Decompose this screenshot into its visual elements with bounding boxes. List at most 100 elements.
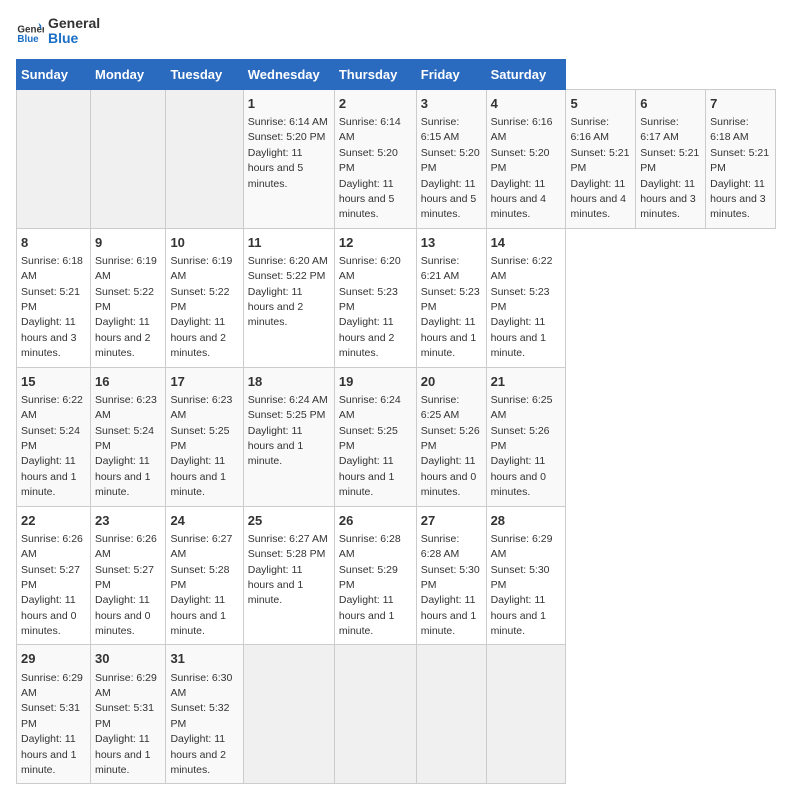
day-number: 12 xyxy=(339,234,412,252)
day-number: 19 xyxy=(339,373,412,391)
day-number: 22 xyxy=(21,512,86,530)
day-number: 2 xyxy=(339,95,412,113)
week-row-2: 8 Sunrise: 6:18 AMSunset: 5:21 PMDaylight… xyxy=(17,228,776,367)
calendar-cell: 11 Sunrise: 6:20 AMSunset: 5:22 PMDayligh… xyxy=(243,228,334,367)
day-number: 9 xyxy=(95,234,161,252)
calendar-cell xyxy=(166,89,243,228)
calendar-table: SundayMondayTuesdayWednesdayThursdayFrid… xyxy=(16,59,776,785)
calendar-cell: 16Sunrise: 6:23 AMSunset: 5:24 PMDayligh… xyxy=(90,367,165,506)
day-number: 28 xyxy=(491,512,562,530)
day-number: 5 xyxy=(570,95,631,113)
header-row: SundayMondayTuesdayWednesdayThursdayFrid… xyxy=(17,59,776,89)
day-info: Sunrise: 6:19 AMSunset: 5:22 PMDaylight:… xyxy=(95,255,157,359)
logo-icon: General Blue xyxy=(16,17,44,45)
page-container: General Blue General Blue SundayMondayTu… xyxy=(16,16,776,784)
calendar-cell: 20 Sunrise: 6:25 AMSunset: 5:26 PMDayligh… xyxy=(416,367,486,506)
day-info: Sunrise: 6:22 AMSunset: 5:24 PMDaylight:… xyxy=(21,394,83,498)
day-number: 21 xyxy=(491,373,562,391)
day-info: Sunrise: 6:15 AMSunset: 5:20 PMDaylight:… xyxy=(421,116,480,220)
calendar-cell: 24 Sunrise: 6:27 AMSunset: 5:28 PMDayligh… xyxy=(166,506,243,645)
calendar-cell: 6Sunrise: 6:17 AMSunset: 5:21 PMDaylight… xyxy=(636,89,706,228)
day-number: 13 xyxy=(421,234,482,252)
calendar-cell: 17Sunrise: 6:23 AMSunset: 5:25 PMDayligh… xyxy=(166,367,243,506)
day-info: Sunrise: 6:17 AMSunset: 5:21 PMDaylight:… xyxy=(640,116,699,220)
week-row-5: 29 Sunrise: 6:29 AMSunset: 5:31 PMDayligh… xyxy=(17,645,776,784)
day-number: 24 xyxy=(170,512,238,530)
week-row-1: 1 Sunrise: 6:14 AMSunset: 5:20 PMDaylight… xyxy=(17,89,776,228)
day-info: Sunrise: 6:16 AMSunset: 5:20 PMDaylight:… xyxy=(491,116,553,220)
calendar-cell: 21 Sunrise: 6:25 AMSunset: 5:26 PMDayligh… xyxy=(486,367,566,506)
day-info: Sunrise: 6:30 AMSunset: 5:32 PMDaylight:… xyxy=(170,672,232,776)
calendar-cell xyxy=(486,645,566,784)
day-number: 10 xyxy=(170,234,238,252)
calendar-cell: 25 Sunrise: 6:27 AMSunset: 5:28 PMDayligh… xyxy=(243,506,334,645)
day-number: 14 xyxy=(491,234,562,252)
calendar-cell xyxy=(334,645,416,784)
day-number: 27 xyxy=(421,512,482,530)
calendar-cell: 23 Sunrise: 6:26 AMSunset: 5:27 PMDayligh… xyxy=(90,506,165,645)
calendar-cell: 1 Sunrise: 6:14 AMSunset: 5:20 PMDaylight… xyxy=(243,89,334,228)
day-number: 20 xyxy=(421,373,482,391)
week-row-3: 15 Sunrise: 6:22 AMSunset: 5:24 PMDayligh… xyxy=(17,367,776,506)
col-header-friday: Friday xyxy=(416,59,486,89)
calendar-cell: 12Sunrise: 6:20 AMSunset: 5:23 PMDayligh… xyxy=(334,228,416,367)
day-number: 15 xyxy=(21,373,86,391)
calendar-cell: 4 Sunrise: 6:16 AMSunset: 5:20 PMDaylight… xyxy=(486,89,566,228)
day-number: 23 xyxy=(95,512,161,530)
day-info: Sunrise: 6:18 AMSunset: 5:21 PMDaylight:… xyxy=(21,255,83,359)
calendar-cell: 14 Sunrise: 6:22 AMSunset: 5:23 PMDayligh… xyxy=(486,228,566,367)
header: General Blue General Blue xyxy=(16,16,776,47)
calendar-cell: 29 Sunrise: 6:29 AMSunset: 5:31 PMDayligh… xyxy=(17,645,91,784)
day-info: Sunrise: 6:22 AMSunset: 5:23 PMDaylight:… xyxy=(491,255,553,359)
col-header-tuesday: Tuesday xyxy=(166,59,243,89)
day-number: 31 xyxy=(170,650,238,668)
calendar-cell: 2 Sunrise: 6:14 AMSunset: 5:20 PMDaylight… xyxy=(334,89,416,228)
logo: General Blue General Blue xyxy=(16,16,100,47)
calendar-cell: 30Sunrise: 6:29 AMSunset: 5:31 PMDayligh… xyxy=(90,645,165,784)
calendar-cell: 3Sunrise: 6:15 AMSunset: 5:20 PMDaylight… xyxy=(416,89,486,228)
calendar-cell: 5 Sunrise: 6:16 AMSunset: 5:21 PMDaylight… xyxy=(566,89,636,228)
calendar-cell: 10Sunrise: 6:19 AMSunset: 5:22 PMDayligh… xyxy=(166,228,243,367)
day-number: 25 xyxy=(248,512,330,530)
calendar-cell: 28Sunrise: 6:29 AMSunset: 5:30 PMDayligh… xyxy=(486,506,566,645)
day-info: Sunrise: 6:25 AMSunset: 5:26 PMDaylight:… xyxy=(421,394,480,498)
calendar-cell: 13Sunrise: 6:21 AMSunset: 5:23 PMDayligh… xyxy=(416,228,486,367)
day-number: 29 xyxy=(21,650,86,668)
day-number: 8 xyxy=(21,234,86,252)
calendar-cell: 15 Sunrise: 6:22 AMSunset: 5:24 PMDayligh… xyxy=(17,367,91,506)
col-header-sunday: Sunday xyxy=(17,59,91,89)
day-number: 30 xyxy=(95,650,161,668)
day-info: Sunrise: 6:14 AMSunset: 5:20 PMDaylight:… xyxy=(339,116,401,220)
day-number: 11 xyxy=(248,234,330,252)
logo-line1: General xyxy=(48,16,100,31)
day-info: Sunrise: 6:28 AMSunset: 5:30 PMDaylight:… xyxy=(421,533,480,637)
col-header-saturday: Saturday xyxy=(486,59,566,89)
day-info: Sunrise: 6:14 AMSunset: 5:20 PMDaylight:… xyxy=(248,116,328,190)
day-info: Sunrise: 6:27 AMSunset: 5:28 PMDaylight:… xyxy=(248,533,328,607)
calendar-cell xyxy=(243,645,334,784)
day-info: Sunrise: 6:28 AMSunset: 5:29 PMDaylight:… xyxy=(339,533,401,637)
day-info: Sunrise: 6:25 AMSunset: 5:26 PMDaylight:… xyxy=(491,394,553,498)
day-info: Sunrise: 6:24 AMSunset: 5:25 PMDaylight:… xyxy=(248,394,328,468)
calendar-cell xyxy=(416,645,486,784)
col-header-thursday: Thursday xyxy=(334,59,416,89)
day-info: Sunrise: 6:16 AMSunset: 5:21 PMDaylight:… xyxy=(570,116,629,220)
calendar-cell xyxy=(17,89,91,228)
logo-line2: Blue xyxy=(48,31,100,46)
day-number: 4 xyxy=(491,95,562,113)
day-info: Sunrise: 6:26 AMSunset: 5:27 PMDaylight:… xyxy=(95,533,157,637)
calendar-cell xyxy=(90,89,165,228)
day-info: Sunrise: 6:18 AMSunset: 5:21 PMDaylight:… xyxy=(710,116,769,220)
day-number: 7 xyxy=(710,95,771,113)
day-number: 17 xyxy=(170,373,238,391)
day-info: Sunrise: 6:20 AMSunset: 5:22 PMDaylight:… xyxy=(248,255,328,329)
day-info: Sunrise: 6:26 AMSunset: 5:27 PMDaylight:… xyxy=(21,533,83,637)
calendar-cell: 7 Sunrise: 6:18 AMSunset: 5:21 PMDaylight… xyxy=(706,89,776,228)
col-header-monday: Monday xyxy=(90,59,165,89)
day-number: 1 xyxy=(248,95,330,113)
week-row-4: 22 Sunrise: 6:26 AMSunset: 5:27 PMDayligh… xyxy=(17,506,776,645)
calendar-cell: 8 Sunrise: 6:18 AMSunset: 5:21 PMDaylight… xyxy=(17,228,91,367)
day-info: Sunrise: 6:27 AMSunset: 5:28 PMDaylight:… xyxy=(170,533,232,637)
day-info: Sunrise: 6:29 AMSunset: 5:31 PMDaylight:… xyxy=(21,672,83,776)
calendar-cell: 22 Sunrise: 6:26 AMSunset: 5:27 PMDayligh… xyxy=(17,506,91,645)
